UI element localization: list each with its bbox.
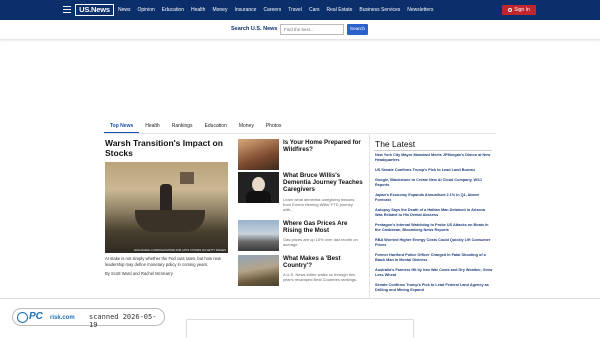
nav-cars[interactable]: Cars [309,7,320,13]
latest-item[interactable]: Pentagon's Internal Watchdog to Probe US… [375,223,493,233]
painting-figure [160,184,172,212]
nav-insurance[interactable]: Insurance [234,7,256,13]
portrait-face [252,177,265,192]
user-icon [508,8,513,12]
nav-careers[interactable]: Careers [263,7,281,13]
watermark-brand-risk: risk.com [50,315,75,321]
story-description: Gas prices are up 10% over last month on… [283,237,358,248]
painting-flag [180,172,194,184]
nav-health[interactable]: Health [191,7,205,13]
tab-rankings[interactable]: Rankings [166,119,199,133]
story-description: Learn what dementia caregiving lessons f… [283,197,355,213]
tab-health[interactable]: Health [139,119,165,133]
story-title[interactable]: What Makes a 'Best Country'? [283,255,363,269]
story-thumbnail[interactable] [238,172,279,203]
nav-travel[interactable]: Travel [288,7,302,13]
story-card[interactable]: What Makes a 'Best Country'? A U.S. News… [238,255,364,291]
magnifier-icon [17,312,28,323]
tab-photos[interactable]: Photos [260,119,288,133]
story-card[interactable]: Where Gas Prices Are Rising the Most Gas… [238,220,364,252]
nav-opinion[interactable]: Opinion [138,7,155,13]
latest-item[interactable]: Former Hartford Police Officer Charged I… [375,253,493,263]
main-story-description: At stake is not simply whether the Fed c… [105,256,221,267]
tab-education[interactable]: Education [199,119,233,133]
story-title[interactable]: Where Gas Prices Are Rising the Most [283,220,363,234]
sign-in-button[interactable]: Sign In [502,5,536,15]
story-card[interactable]: What Bruce Willis's Dementia Journey Tea… [238,172,364,216]
story-thumbnail[interactable] [238,220,279,251]
nav-news[interactable]: News [118,7,131,13]
top-nav-bar: US.News News Opinion Education Health Mo… [0,0,600,20]
main-story-title[interactable]: Warsh Transition's Impact on Stocks [105,138,230,158]
story-title[interactable]: Is Your Home Prepared for Wildfires? [283,139,363,153]
search-button[interactable]: Search [347,24,368,35]
nav-money[interactable]: Money [212,7,227,13]
story-thumbnail[interactable] [238,255,279,286]
latest-item[interactable]: Google, Blackstone to Create New AI Clou… [375,178,493,188]
latest-item[interactable]: Senate Confirms Trump's Pick to Lead Fed… [375,283,493,293]
ad-placeholder [186,319,414,338]
watermark-brand-pc: PC [29,311,43,322]
painting-boat [135,210,205,232]
search-input[interactable] [280,24,344,35]
main-story-image[interactable]: HOLLIS/HIGH CUDAPHA/CENTER FOR LATIN STU… [105,162,228,253]
menu-icon[interactable] [63,6,71,13]
tab-money[interactable]: Money [233,119,260,133]
latest-divider [374,150,492,151]
watermark-scanned: scanned 2026-05-19 [89,313,157,329]
latest-item[interactable]: RBA Worried Higher Energy Costs Could Qu… [375,238,493,248]
story-description: A U.S. News editor walks us through this… [283,272,358,283]
nav-education[interactable]: Education [162,7,184,13]
nav-real-estate[interactable]: Real Estate [327,7,353,13]
story-thumbnail[interactable] [238,139,279,170]
main-nav: News Opinion Education Health Money Insu… [118,0,440,20]
tab-top-news[interactable]: Top News [104,119,140,133]
image-credit: HOLLIS/HIGH CUDAPHA/CENTER FOR LATIN STU… [133,249,226,252]
latest-title: The Latest [375,139,416,149]
latest-item[interactable]: New York City Mayor Mamdani Meets JPMorg… [375,153,493,163]
scan-watermark: PC risk.com scanned 2026-05-19 [12,308,165,329]
latest-item[interactable]: Autopsy Says the Death of a Haitian Man … [375,208,493,218]
portrait-suit [246,191,271,203]
latest-item[interactable]: Japan's Economy Expands Annualised 2.1% … [375,193,493,203]
site-logo[interactable]: US.News [75,4,114,16]
section-tabs: Top News Health Rankings Education Money… [104,119,287,133]
latest-item[interactable]: US Senate Confirms Trump's Pick to Lead … [375,168,493,173]
story-title[interactable]: What Bruce Willis's Dementia Journey Tea… [283,172,363,194]
main-story-byline: By Scott Ward and Rachel McVearry [105,271,173,276]
story-card[interactable]: Is Your Home Prepared for Wildfires? [238,139,364,171]
search-label: Search U.S. News [231,26,278,32]
latest-item[interactable]: Australia's Farmers Hit by Iran War Cost… [375,268,493,278]
sign-in-label: Sign In [514,7,530,13]
nav-newsletters[interactable]: Newsletters [407,7,433,13]
nav-business-services[interactable]: Business Services [359,7,400,13]
